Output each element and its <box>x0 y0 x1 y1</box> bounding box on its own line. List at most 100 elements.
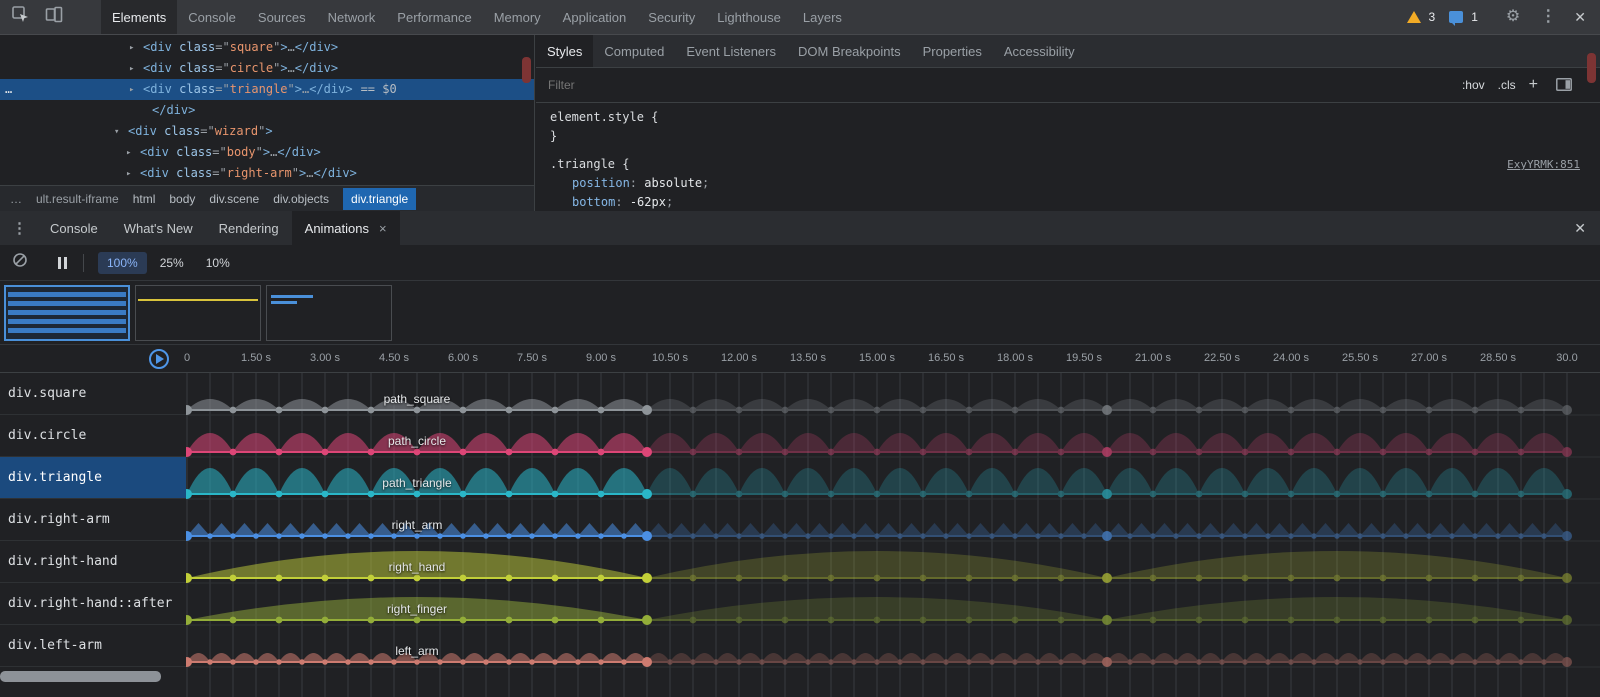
breadcrumb-item[interactable]: body <box>169 192 195 206</box>
css-property[interactable]: bottom: -62px; <box>550 193 1600 211</box>
breadcrumb-item[interactable]: div.scene <box>209 192 259 206</box>
animation-preview-1[interactable] <box>4 285 130 341</box>
panel-tab-memory[interactable]: Memory <box>483 0 552 34</box>
panel-tab-lighthouse[interactable]: Lighthouse <box>706 0 792 34</box>
panel-tab-console[interactable]: Console <box>177 0 247 34</box>
css-rule-selector[interactable]: .triangle {ExyYRMK:851 <box>550 155 1600 174</box>
pause-all-icon[interactable] <box>58 257 67 269</box>
dom-tree-node[interactable]: ▾<div class="wizard"> <box>0 121 534 142</box>
timeline-row-div-right-hand[interactable]: div.right-hand <box>0 541 186 583</box>
time-tick-label: 21.00 s <box>1135 352 1171 364</box>
close-devtools-icon[interactable]: ✕ <box>1574 10 1586 24</box>
keyframe-dot <box>920 575 927 582</box>
panel-tab-performance[interactable]: Performance <box>386 0 482 34</box>
playback-speed-10%[interactable]: 10% <box>197 252 239 274</box>
keyframe-dot <box>1012 449 1019 456</box>
sidebar-tab-styles[interactable]: Styles <box>536 35 593 67</box>
issues-icon[interactable] <box>1449 11 1463 23</box>
close-tab-icon[interactable]: × <box>379 221 387 236</box>
breadcrumb-item[interactable]: … <box>10 192 22 206</box>
keyframe-dot <box>642 615 652 625</box>
keyframe-dot <box>621 533 627 539</box>
keyframe-dot <box>828 533 834 539</box>
dom-tree-node[interactable]: ▸<div class="right-arm">…</div> <box>0 163 534 184</box>
dom-tree-node[interactable]: ▸<div class="square">…</div> <box>0 37 534 58</box>
horizontal-scrollbar-thumb[interactable] <box>0 671 161 682</box>
panel-tab-elements[interactable]: Elements <box>101 0 177 34</box>
css-rule-selector[interactable]: element.style { <box>550 108 1600 127</box>
panel-tab-security[interactable]: Security <box>637 0 706 34</box>
drawer-tab-console[interactable]: Console <box>37 211 111 245</box>
breadcrumb-item[interactable]: ult.result-iframe <box>36 192 119 206</box>
keyframe-dot <box>1102 405 1112 415</box>
timeline-row-div-left-arm[interactable]: div.left-arm <box>0 625 186 667</box>
keyframe-dot <box>1334 575 1341 582</box>
dom-tree-node[interactable]: ▸<div class="body">…</div> <box>0 142 534 163</box>
sidebar-tab-accessibility[interactable]: Accessibility <box>993 35 1086 67</box>
panel-tab-application[interactable]: Application <box>552 0 638 34</box>
keyframe-dot <box>642 531 652 541</box>
sidebar-tab-event-listeners[interactable]: Event Listeners <box>675 35 787 67</box>
keyframe-dot <box>782 533 788 539</box>
keyframe-dot <box>552 575 559 582</box>
sidebar-tab-computed[interactable]: Computed <box>593 35 675 67</box>
settings-gear-icon[interactable]: ⚙ <box>1506 9 1520 25</box>
sidebar-dock-icon[interactable] <box>1556 78 1572 96</box>
keyframe-dot <box>1196 407 1203 414</box>
drawer-tab-animations[interactable]: Animations× <box>292 211 400 245</box>
playback-speed-25%[interactable]: 25% <box>151 252 193 274</box>
keyframe-dot <box>575 659 581 665</box>
keyframe-dot <box>1058 575 1065 582</box>
timeline-row-div-circle[interactable]: div.circle <box>0 415 186 457</box>
panel-tab-sources[interactable]: Sources <box>247 0 317 34</box>
keyframe-dot <box>322 449 329 456</box>
animation-name-label: right_arm <box>392 518 443 532</box>
warning-icon[interactable] <box>1407 11 1421 23</box>
breadcrumb-item[interactable]: div.objects <box>273 192 329 206</box>
issue-count: 1 <box>1471 10 1478 24</box>
clear-animations-icon[interactable] <box>12 252 28 273</box>
close-drawer-icon[interactable]: ✕ <box>1574 220 1586 237</box>
keyframe-dot <box>989 533 995 539</box>
styles-scrollbar-thumb[interactable] <box>1587 53 1596 83</box>
timeline-row-div-square[interactable]: div.square <box>0 373 186 415</box>
toggle-classes-button[interactable]: .cls <box>1498 78 1516 92</box>
keyframe-dot <box>690 449 697 456</box>
dom-tree-node[interactable]: ▸<div class="triangle">…</div>== $0… <box>0 79 534 100</box>
new-style-rule-icon[interactable]: + <box>1529 76 1538 94</box>
keyframe-dot <box>1058 449 1065 456</box>
keyframe-dot <box>598 659 604 665</box>
more-options-icon[interactable]: ⋮ <box>1540 9 1556 25</box>
styles-filter-input[interactable] <box>548 78 828 92</box>
breadcrumb-item[interactable]: div.triangle <box>343 188 416 210</box>
breadcrumb-item[interactable]: html <box>133 192 156 206</box>
drawer-tab-what-s-new[interactable]: What's New <box>111 211 206 245</box>
stylesheet-source-link[interactable]: ExyYRMK:851 <box>1507 155 1580 174</box>
device-toolbar-icon[interactable] <box>45 6 63 28</box>
toggle-hover-state-button[interactable]: :hov <box>1462 78 1485 92</box>
animation-preview-2[interactable] <box>135 285 261 341</box>
panel-tab-network[interactable]: Network <box>317 0 387 34</box>
drawer-menu-icon[interactable]: ⋮ <box>0 219 37 237</box>
sidebar-tab-properties[interactable]: Properties <box>912 35 993 67</box>
playback-speed-100%[interactable]: 100% <box>98 252 147 274</box>
timeline-row-div-right-hand-after[interactable]: div.right-hand::after <box>0 583 186 625</box>
sidebar-tab-dom-breakpoints[interactable]: DOM Breakpoints <box>787 35 912 67</box>
css-property[interactable]: position: absolute; <box>550 174 1600 193</box>
keyframe-dot <box>1196 533 1202 539</box>
panel-tab-layers[interactable]: Layers <box>792 0 853 34</box>
inspect-element-icon[interactable] <box>12 6 29 28</box>
dom-tree-node[interactable]: ▸<div class="circle">…</div> <box>0 58 534 79</box>
dom-tree-node[interactable]: </div> <box>0 100 534 121</box>
animation-preview-3[interactable] <box>266 285 392 341</box>
keyframe-dot <box>506 491 513 498</box>
replay-timeline-button[interactable] <box>149 349 169 369</box>
keyframe-dot <box>782 407 789 414</box>
drawer-tab-rendering[interactable]: Rendering <box>206 211 292 245</box>
timeline-row-div-right-arm[interactable]: div.right-arm <box>0 499 186 541</box>
keyframe-dot <box>276 491 283 498</box>
timeline-row-div-triangle[interactable]: div.triangle <box>0 457 186 499</box>
elements-scrollbar-thumb[interactable] <box>522 57 531 83</box>
keyframe-dot <box>667 659 673 665</box>
keyframe-dot <box>642 573 652 583</box>
